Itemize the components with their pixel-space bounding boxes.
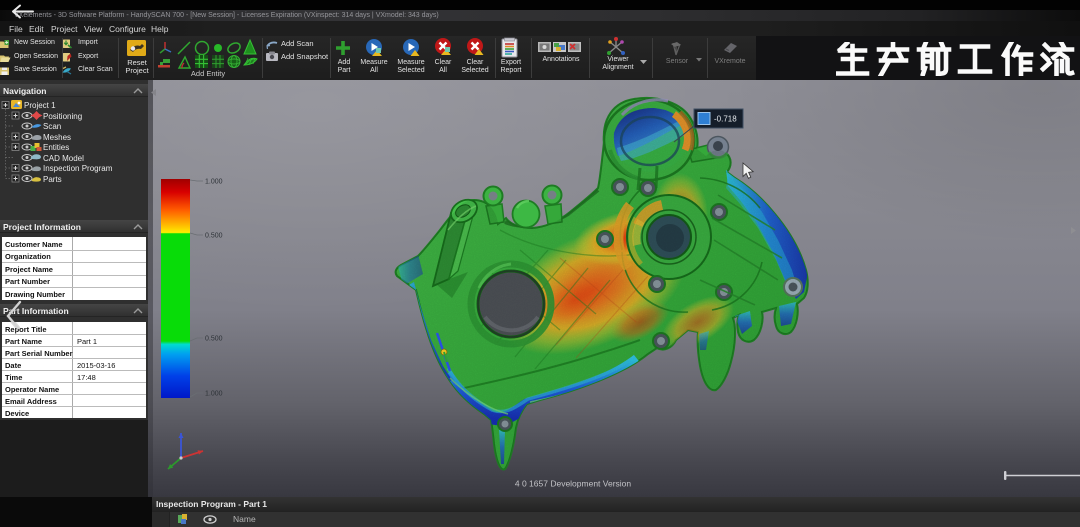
svg-text:4 0 1657 Development Version: 4 0 1657 Development Version — [515, 479, 632, 489]
svg-text:1.000: 1.000 — [205, 391, 223, 398]
svg-text:1.000: 1.000 — [205, 179, 223, 186]
svg-text:0.500: 0.500 — [205, 336, 223, 343]
svg-text:-0.718: -0.718 — [714, 115, 737, 124]
svg-text:0.500: 0.500 — [205, 233, 223, 240]
